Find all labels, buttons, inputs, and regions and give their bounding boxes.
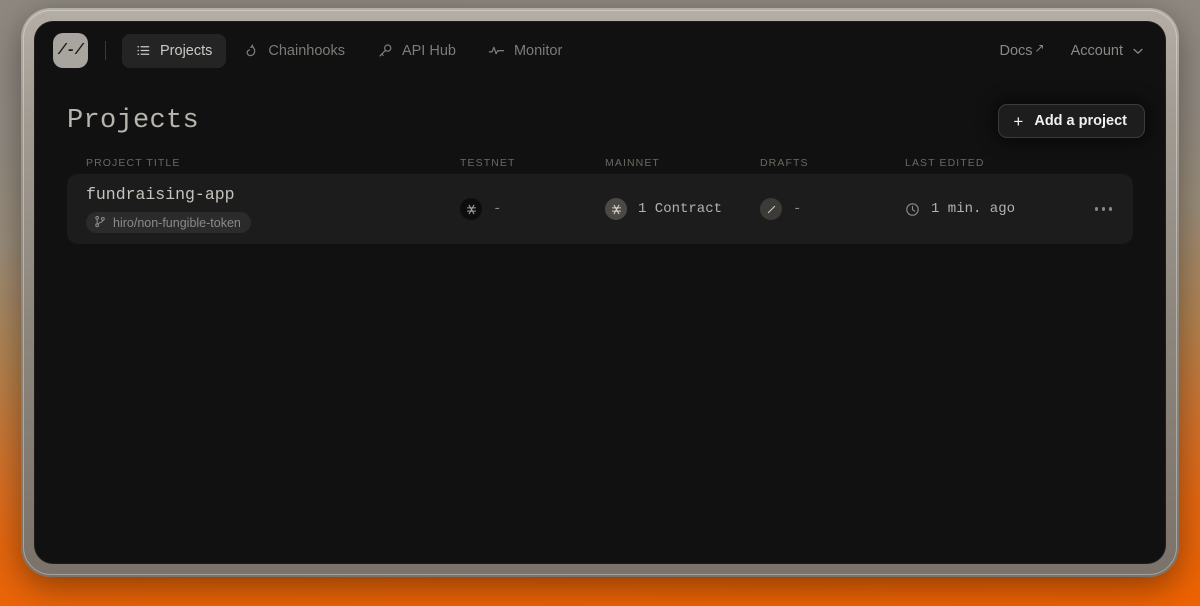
git-branch-icon bbox=[94, 215, 106, 231]
account-menu[interactable]: Account bbox=[1071, 43, 1145, 59]
nav-item-monitor[interactable]: Monitor bbox=[474, 34, 576, 68]
account-label: Account bbox=[1070, 42, 1123, 59]
clock-icon bbox=[905, 202, 920, 217]
drafts-cell: - bbox=[760, 198, 905, 220]
stacks-icon bbox=[605, 198, 627, 220]
external-link-icon: ↗ bbox=[1034, 40, 1045, 55]
nav-item-label: Chainhooks bbox=[268, 42, 345, 59]
pencil-icon bbox=[760, 198, 782, 220]
project-name: fundraising-app bbox=[86, 185, 235, 204]
device-bezel: /-/ Projects Chainhooks API Hub Monitor … bbox=[21, 8, 1179, 577]
list-icon bbox=[136, 43, 151, 58]
column-header-last-edited: LAST EDITED bbox=[905, 157, 985, 169]
chevron-down-icon bbox=[1131, 44, 1145, 58]
docs-link[interactable]: Docs ↗ bbox=[999, 40, 1045, 59]
top-navigation-bar: /-/ Projects Chainhooks API Hub Monitor … bbox=[34, 21, 1166, 80]
nav-items: Projects Chainhooks API Hub Monitor bbox=[122, 33, 576, 68]
table-header-row: PROJECT TITLE TESTNET MAINNET DRAFTS LAS… bbox=[67, 152, 1133, 174]
mainnet-cell: 1 Contract bbox=[605, 198, 760, 220]
last-edited-cell: 1 min. ago bbox=[905, 201, 1085, 217]
docs-label: Docs bbox=[999, 42, 1033, 59]
mainnet-value: 1 Contract bbox=[638, 201, 723, 217]
nav-item-chainhooks[interactable]: Chainhooks bbox=[230, 34, 359, 68]
column-header-drafts: DRAFTS bbox=[760, 157, 809, 169]
nav-item-label: Monitor bbox=[513, 42, 563, 59]
column-header-project-title: PROJECT TITLE bbox=[86, 157, 181, 169]
nav-item-api-hub[interactable]: API Hub bbox=[363, 34, 470, 68]
repository-label: hiro/non-fungible-token bbox=[113, 215, 241, 230]
column-header-testnet: TESTNET bbox=[460, 157, 516, 169]
column-header-mainnet: MAINNET bbox=[605, 157, 660, 169]
drafts-value: - bbox=[793, 201, 802, 217]
testnet-value: - bbox=[493, 201, 502, 217]
hook-icon bbox=[244, 43, 259, 59]
projects-table: PROJECT TITLE TESTNET MAINNET DRAFTS LAS… bbox=[34, 152, 1166, 244]
nav-item-projects[interactable]: Projects bbox=[122, 33, 227, 68]
app-window: /-/ Projects Chainhooks API Hub Monitor … bbox=[34, 21, 1166, 564]
nav-item-label: Projects bbox=[160, 42, 213, 59]
logo-text: /-/ bbox=[57, 42, 84, 59]
add-project-label: Add a project bbox=[1034, 113, 1127, 129]
more-horizontal-icon[interactable] bbox=[1093, 199, 1115, 219]
nav-divider bbox=[105, 41, 106, 60]
row-actions-cell bbox=[1085, 199, 1114, 219]
table-row[interactable]: fundraising-app hiro/non-fungible-token … bbox=[67, 174, 1133, 244]
project-title-cell: fundraising-app hiro/non-fungible-token bbox=[86, 185, 460, 233]
repository-badge[interactable]: hiro/non-fungible-token bbox=[86, 212, 251, 233]
nav-item-label: API Hub bbox=[401, 42, 456, 59]
nav-right-group: Docs ↗ Account bbox=[999, 40, 1145, 59]
stacks-icon bbox=[460, 198, 482, 220]
pulse-icon bbox=[488, 43, 505, 58]
key-icon bbox=[377, 43, 393, 59]
page-title: Projects bbox=[67, 106, 200, 136]
plus-icon: + bbox=[1013, 111, 1024, 131]
last-edited-value: 1 min. ago bbox=[931, 201, 1016, 217]
page-header: Projects + Add a project bbox=[34, 80, 1166, 138]
app-logo[interactable]: /-/ bbox=[53, 33, 88, 68]
add-project-button[interactable]: + Add a project bbox=[998, 104, 1145, 138]
testnet-cell: - bbox=[460, 198, 605, 220]
